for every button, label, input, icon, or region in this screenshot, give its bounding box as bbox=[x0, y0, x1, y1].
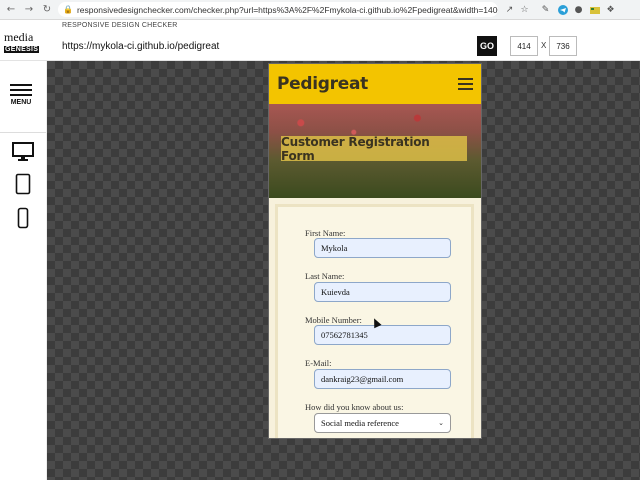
desktop-view-button[interactable] bbox=[8, 139, 38, 165]
email-field[interactable]: dankraig23@gmail.com bbox=[314, 369, 451, 389]
back-icon[interactable]: ← bbox=[4, 3, 18, 17]
media-genesis-logo[interactable]: media GENESIS bbox=[4, 30, 44, 54]
device-preview: Pedigreat Customer Registration Form Fir… bbox=[269, 64, 481, 438]
logo-bottom-text: GENESIS bbox=[4, 46, 40, 53]
extension-icon[interactable] bbox=[588, 3, 601, 16]
menu-label: MENU bbox=[10, 99, 32, 106]
address-bar[interactable]: 🔒 responsivedesignchecker.com/checker.ph… bbox=[58, 2, 498, 17]
logo-top-text: media bbox=[4, 30, 34, 44]
tablet-view-button[interactable] bbox=[8, 171, 38, 197]
forward-icon[interactable]: → bbox=[22, 3, 36, 17]
url-input[interactable] bbox=[58, 37, 468, 55]
mobile-icon bbox=[17, 207, 29, 229]
referral-source-value: Social media reference bbox=[321, 418, 399, 428]
hero-image: Customer Registration Form bbox=[269, 104, 481, 198]
height-input[interactable] bbox=[549, 36, 577, 56]
first-name-label: First Name: bbox=[305, 228, 346, 238]
last-name-label: Last Name: bbox=[305, 271, 345, 281]
pen-extension-icon[interactable]: ✎ bbox=[539, 3, 552, 16]
puzzle-extensions-icon[interactable]: ❖ bbox=[604, 3, 617, 16]
dimension-separator: X bbox=[541, 41, 547, 50]
site-brand[interactable]: Pedigreat bbox=[277, 74, 368, 94]
mobile-number-field[interactable]: 07562781345 bbox=[314, 325, 451, 345]
mobile-number-label: Mobile Number: bbox=[305, 315, 362, 325]
camera-extension-icon[interactable]: ● bbox=[572, 3, 585, 16]
site-header: Pedigreat bbox=[269, 64, 481, 104]
mobile-view-button[interactable] bbox=[8, 205, 38, 231]
checker-title: RESPONSIVE DESIGN CHECKER bbox=[62, 22, 178, 29]
first-name-field[interactable]: Mykola bbox=[314, 238, 451, 258]
chevron-down-icon: ⌄ bbox=[438, 419, 444, 427]
tablet-icon bbox=[15, 173, 31, 195]
hamburger-icon bbox=[9, 84, 33, 96]
menu-button[interactable]: MENU bbox=[9, 81, 33, 106]
telegram-extension-icon[interactable] bbox=[556, 3, 569, 16]
desktop-icon bbox=[12, 142, 34, 161]
email-label: E-Mail: bbox=[305, 358, 332, 368]
divider bbox=[0, 132, 46, 133]
go-button[interactable]: GO bbox=[477, 36, 497, 56]
referral-source-select[interactable]: Social media reference ⌄ bbox=[314, 413, 451, 433]
width-input[interactable] bbox=[510, 36, 538, 56]
last-name-field[interactable]: Kuievda bbox=[314, 282, 451, 302]
sidebar: MENU bbox=[0, 61, 47, 480]
address-bar-url: responsivedesignchecker.com/checker.php?… bbox=[76, 4, 498, 15]
hero-title: Customer Registration Form bbox=[281, 135, 467, 163]
lock-icon[interactable]: 🔒 bbox=[63, 5, 73, 14]
share-icon[interactable]: ↗ bbox=[503, 3, 516, 16]
reload-icon[interactable]: ↻ bbox=[40, 3, 54, 17]
bookmark-star-icon[interactable]: ☆ bbox=[518, 3, 531, 16]
referral-source-label: How did you know about us: bbox=[305, 402, 404, 412]
hamburger-icon[interactable] bbox=[458, 75, 473, 93]
